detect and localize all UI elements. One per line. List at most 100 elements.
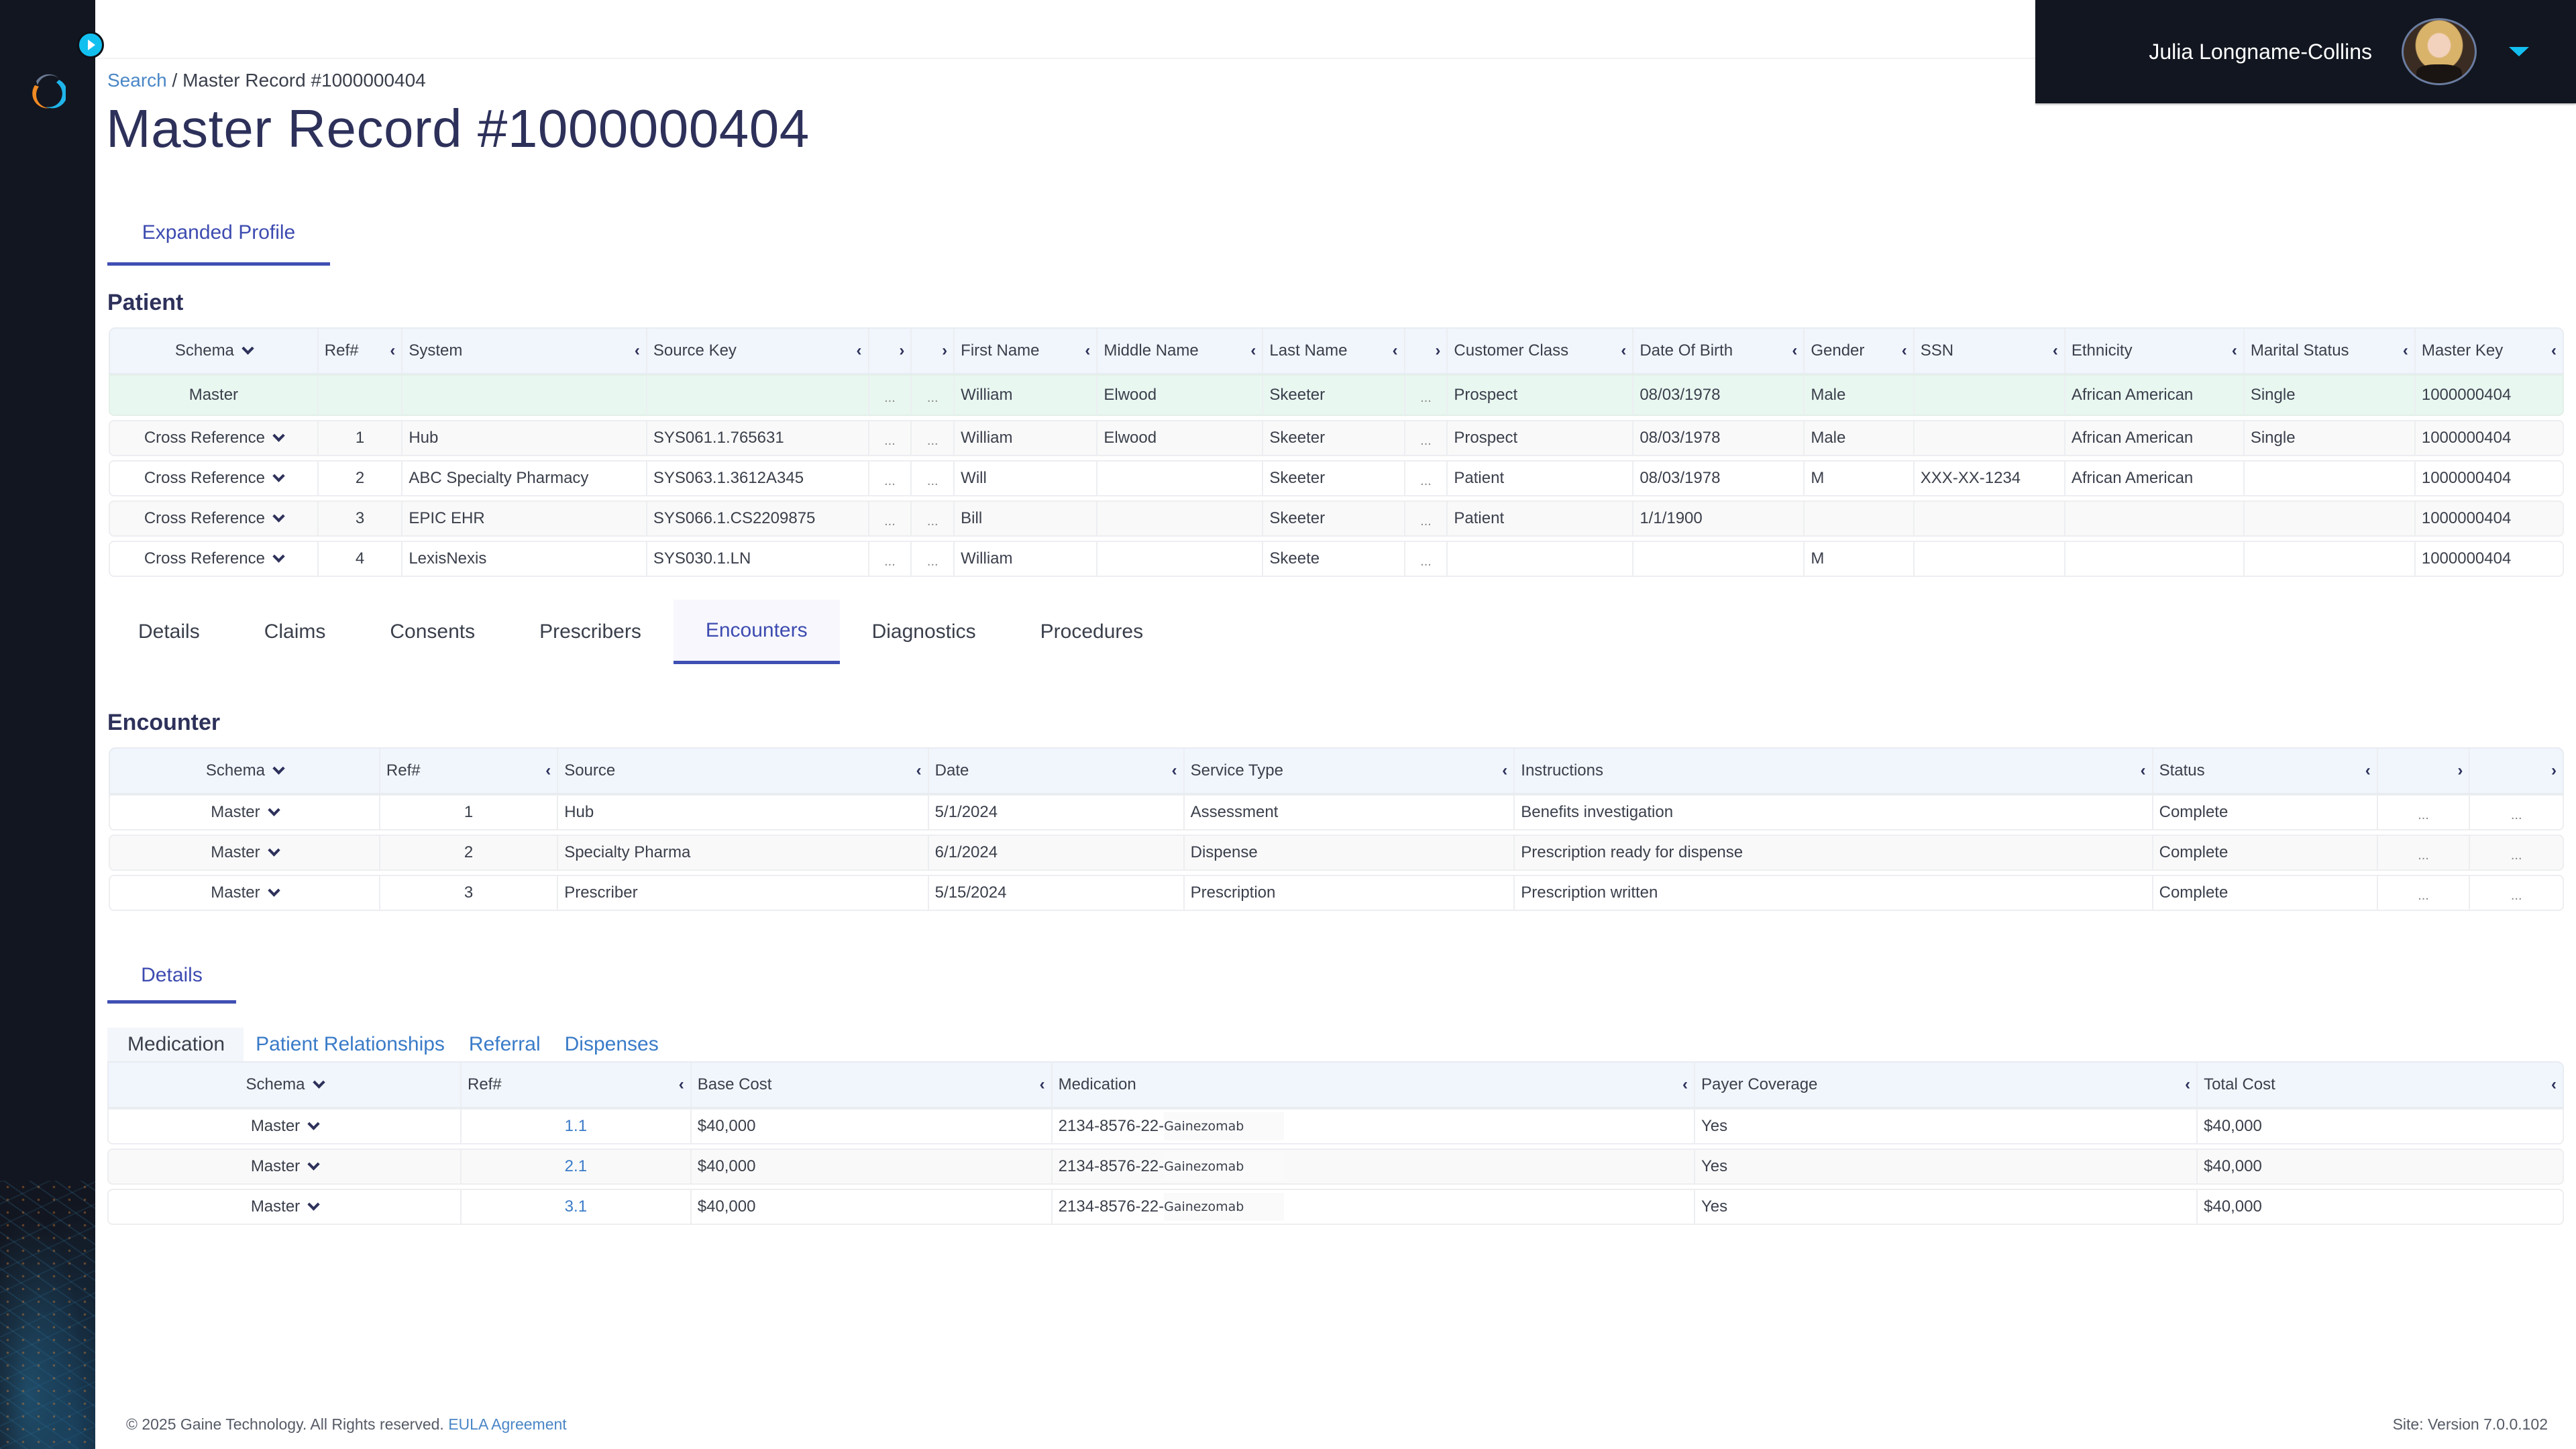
patient-col-header[interactable]: Ref# ‹ <box>319 329 403 373</box>
encounter-col-header[interactable]: Status ‹ <box>2153 749 2378 793</box>
patient-col-header[interactable]: Gender ‹ <box>1805 329 1915 373</box>
subtab-medication[interactable]: Medication <box>107 1028 244 1061</box>
patient-col-header[interactable]: Date Of Birth ‹ <box>1633 329 1805 373</box>
tab-expanded-profile[interactable]: Expanded Profile <box>107 203 330 266</box>
tab-prescribers[interactable]: Prescribers <box>507 600 674 664</box>
user-menu-caret-icon[interactable] <box>2509 47 2529 56</box>
patient-col-header[interactable]: › <box>869 329 912 373</box>
chevron-left-icon[interactable]: ‹ <box>1792 341 1797 360</box>
patient-col-header[interactable]: Last Name ‹ <box>1263 329 1405 373</box>
cell-schema[interactable]: Cross Reference <box>110 462 319 495</box>
chevron-right-icon[interactable]: › <box>1435 341 1440 360</box>
chevron-down-icon[interactable] <box>241 342 254 355</box>
cell-x2[interactable]: ... <box>2470 796 2563 829</box>
chevron-right-icon[interactable]: › <box>942 341 947 360</box>
chevron-left-icon[interactable]: ‹ <box>2053 341 2058 360</box>
tab-diagnostics[interactable]: Diagnostics <box>840 600 1008 664</box>
encounter-col-header[interactable]: › <box>2470 749 2563 793</box>
tab-encounters[interactable]: Encounters <box>673 600 840 664</box>
chevron-left-icon[interactable]: ‹ <box>2551 1075 2557 1094</box>
encounter-col-header[interactable]: Instructions ‹ <box>1515 749 2153 793</box>
table-row[interactable]: Cross Reference 4 LexisNexis SYS030.1.LN...… <box>109 541 2564 577</box>
breadcrumb-search-link[interactable]: Search <box>107 70 167 91</box>
medication-col-header[interactable]: Schema <box>109 1063 462 1107</box>
chevron-left-icon[interactable]: ‹ <box>1621 341 1626 360</box>
chevron-left-icon[interactable]: ‹ <box>635 341 640 360</box>
chevron-left-icon[interactable]: ‹ <box>1502 761 1507 780</box>
patient-col-header[interactable]: › <box>1405 329 1448 373</box>
cell-ref[interactable]: 1.1 <box>462 1110 692 1143</box>
chevron-left-icon[interactable]: ‹ <box>1172 761 1177 780</box>
chevron-left-icon[interactable]: ‹ <box>1250 341 1256 360</box>
patient-col-header[interactable]: Marital Status ‹ <box>2245 329 2416 373</box>
table-row[interactable]: Master 2 Specialty Pharma 6/1/2024 Dispense P… <box>109 835 2564 871</box>
table-row[interactable]: Cross Reference 3 EPIC EHR SYS066.1.CS22098… <box>109 500 2564 537</box>
cell-ref[interactable]: 2.1 <box>462 1150 692 1183</box>
encounter-col-header[interactable]: Source ‹ <box>558 749 929 793</box>
chevron-down-icon[interactable] <box>272 510 285 523</box>
chevron-down-icon[interactable] <box>307 1158 320 1171</box>
tab-procedures[interactable]: Procedures <box>1008 600 1175 664</box>
chevron-down-icon[interactable] <box>272 762 285 775</box>
encounter-col-header[interactable]: Date ‹ <box>929 749 1185 793</box>
chevron-left-icon[interactable]: ‹ <box>1085 341 1090 360</box>
cell-schema[interactable]: Cross Reference <box>110 502 319 535</box>
table-row[interactable]: Cross Reference 1 Hub SYS061.1.765631......… <box>109 420 2564 456</box>
expand-sidebar-button[interactable] <box>77 32 104 58</box>
chevron-left-icon[interactable]: ‹ <box>390 341 395 360</box>
subtab-dispenses[interactable]: Dispenses <box>553 1028 671 1061</box>
chevron-down-icon[interactable] <box>312 1076 325 1089</box>
patient-col-header[interactable]: SSN ‹ <box>1915 329 2065 373</box>
table-row[interactable]: Master 2.1 $40,000 2134-8576-22- Gainezomab Y… <box>107 1148 2564 1185</box>
tab-details[interactable]: Details <box>106 600 232 664</box>
cell-x1[interactable]: ... <box>2378 876 2471 910</box>
cell-schema[interactable]: Master <box>109 1150 462 1183</box>
chevron-down-icon[interactable] <box>267 884 280 897</box>
table-row[interactable]: Master 3.1 $40,000 2134-8576-22- Gainezomab Y… <box>107 1189 2564 1225</box>
chevron-down-icon[interactable] <box>307 1198 320 1211</box>
chevron-left-icon[interactable]: ‹ <box>1393 341 1398 360</box>
ref-link[interactable]: 3.1 <box>565 1197 587 1216</box>
chevron-down-icon[interactable] <box>267 804 280 816</box>
cell-schema[interactable]: Cross Reference <box>110 421 319 455</box>
cell-schema[interactable]: Master <box>110 876 380 910</box>
cell-x2[interactable]: ... <box>2470 836 2563 869</box>
chevron-left-icon[interactable]: ‹ <box>2185 1075 2190 1094</box>
patient-col-header[interactable]: First Name ‹ <box>955 329 1098 373</box>
cell-schema[interactable]: Master <box>110 836 380 869</box>
master-row[interactable]: Master...... William Elwood Skeeter... Prosp… <box>109 374 2564 416</box>
chevron-down-icon[interactable] <box>272 470 285 482</box>
tab-claims[interactable]: Claims <box>232 600 358 664</box>
chevron-left-icon[interactable]: ‹ <box>2403 341 2408 360</box>
medication-col-header[interactable]: Ref# ‹ <box>462 1063 692 1107</box>
ref-link[interactable]: 1.1 <box>565 1117 587 1136</box>
cell-schema[interactable]: Master <box>110 796 380 829</box>
table-row[interactable]: Master 1.1 $40,000 2134-8576-22- Gainezomab Y… <box>107 1108 2564 1144</box>
cell-x1[interactable]: ... <box>2378 796 2471 829</box>
subtab-referral[interactable]: Referral <box>457 1028 553 1061</box>
patient-col-header[interactable]: Master Key ‹ <box>2416 329 2563 373</box>
chevron-down-icon[interactable] <box>272 550 285 563</box>
chevron-left-icon[interactable]: ‹ <box>2365 761 2371 780</box>
patient-col-header[interactable]: Schema <box>110 329 319 373</box>
tab-consents[interactable]: Consents <box>358 600 507 664</box>
encounter-col-header[interactable]: Ref# ‹ <box>380 749 559 793</box>
encounter-col-header[interactable]: Service Type ‹ <box>1185 749 1515 793</box>
medication-col-header[interactable]: Medication ‹ <box>1053 1063 1695 1107</box>
chevron-left-icon[interactable]: ‹ <box>857 341 862 360</box>
cell-x2[interactable]: ... <box>2470 876 2563 910</box>
patient-col-header[interactable]: › <box>912 329 955 373</box>
encounter-col-header[interactable]: › <box>2378 749 2471 793</box>
cell-schema[interactable]: Master <box>109 1190 462 1224</box>
chevron-down-icon[interactable] <box>307 1118 320 1130</box>
chevron-left-icon[interactable]: ‹ <box>2141 761 2146 780</box>
table-row[interactable]: Master 1 Hub 5/1/2024 Assessment Benefits inv… <box>109 794 2564 830</box>
chevron-left-icon[interactable]: ‹ <box>679 1075 684 1094</box>
chevron-right-icon[interactable]: › <box>2457 761 2463 780</box>
medication-col-header[interactable]: Payer Coverage ‹ <box>1695 1063 2198 1107</box>
cell-schema[interactable]: Master <box>109 1110 462 1143</box>
table-row[interactable]: Master 3 Prescriber 5/15/2024 Prescription Pr… <box>109 875 2564 911</box>
table-row[interactable]: Cross Reference 2 ABC Specialty Pharmacy SY… <box>109 460 2564 496</box>
patient-col-header[interactable]: Source Key ‹ <box>647 329 869 373</box>
eula-link[interactable]: EULA Agreement <box>448 1415 566 1433</box>
